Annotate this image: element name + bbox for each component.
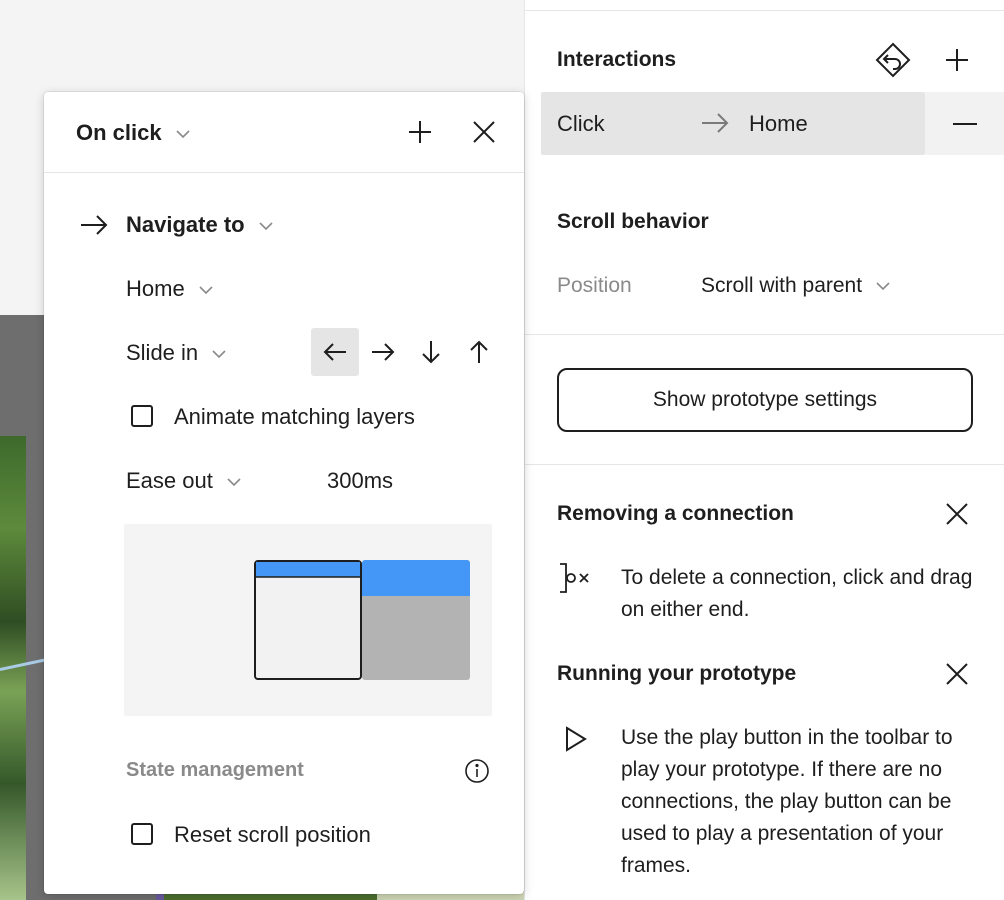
easing-dropdown[interactable]: Ease out — [126, 468, 241, 494]
add-action-button[interactable] — [408, 120, 432, 149]
chevron-down-icon — [176, 130, 190, 138]
connection-remove-icon — [557, 562, 597, 599]
destination-value: Home — [126, 276, 185, 301]
easing-value: Ease out — [126, 468, 213, 493]
interaction-destination: Home — [749, 111, 808, 136]
arrow-down-icon — [422, 341, 440, 364]
destination-dropdown[interactable]: Home — [126, 276, 213, 302]
chevron-down-icon — [259, 222, 273, 230]
reset-scroll-position-label: Reset scroll position — [174, 822, 371, 847]
chevron-down-icon — [199, 286, 213, 294]
animate-matching-layers-label: Animate matching layers — [174, 404, 415, 429]
chevron-down-icon — [227, 478, 241, 486]
interactions-title: Interactions — [557, 48, 677, 71]
divider — [525, 10, 1004, 11]
arrow-right-icon — [701, 112, 729, 139]
plus-icon — [409, 121, 431, 143]
duration-input[interactable]: 300ms — [327, 468, 393, 494]
direction-right-button[interactable] — [359, 328, 407, 376]
show-prototype-settings-button[interactable]: Show prototype settings — [557, 368, 973, 432]
interaction-trigger: Click — [557, 111, 605, 136]
action-dropdown[interactable]: Navigate to — [126, 212, 273, 238]
close-icon — [473, 121, 495, 143]
animation-value: Slide in — [126, 340, 199, 365]
trigger-value: On click — [76, 120, 162, 145]
close-tip-button[interactable] — [937, 494, 977, 534]
interaction-row[interactable]: Click Home — [541, 92, 925, 155]
tip-title: Running your prototype — [557, 662, 797, 685]
play-icon — [565, 726, 587, 757]
prototype-panel: Interactions Click Home Scroll behavior … — [524, 0, 1004, 900]
divider — [44, 172, 524, 173]
arrow-right-icon — [80, 214, 108, 241]
state-management-heading: State management — [126, 759, 304, 781]
divider — [525, 334, 1004, 335]
trigger-dropdown[interactable]: On click — [76, 120, 190, 146]
position-value: Scroll with parent — [701, 274, 863, 297]
reverse-interaction-icon[interactable] — [873, 40, 913, 80]
direction-up-button[interactable] — [455, 328, 503, 376]
position-label: Position — [557, 274, 632, 297]
interaction-details-popover: On click Navigate to Home Slide in Anima… — [44, 92, 524, 894]
animate-matching-layers-checkbox[interactable] — [131, 405, 153, 427]
animation-preview — [124, 524, 492, 716]
arrow-up-icon — [470, 340, 488, 363]
tip-title: Removing a connection — [557, 502, 794, 525]
tip-text: Use the play button in the toolbar to pl… — [621, 726, 953, 877]
close-popover-button[interactable] — [472, 120, 496, 149]
chevron-down-icon — [212, 350, 226, 358]
animation-dropdown[interactable]: Slide in — [126, 340, 226, 366]
info-icon[interactable] — [464, 758, 490, 789]
arrow-left-icon — [323, 343, 346, 361]
action-value: Navigate to — [126, 212, 245, 237]
add-interaction-icon[interactable] — [937, 40, 977, 80]
divider — [525, 464, 1004, 465]
reset-scroll-position-checkbox[interactable] — [131, 823, 153, 845]
close-tip-button[interactable] — [937, 654, 977, 694]
minus-icon — [953, 122, 977, 125]
slide-in-preview-graphic — [254, 560, 470, 680]
tip-text: To delete a connection, click and drag o… — [621, 566, 973, 621]
arrow-right-icon — [372, 343, 395, 361]
position-dropdown[interactable]: Scroll with parent — [701, 274, 890, 298]
direction-left-button[interactable] — [311, 328, 359, 376]
close-icon — [946, 663, 968, 685]
remove-interaction-button[interactable] — [925, 92, 1004, 155]
chevron-down-icon — [876, 282, 890, 291]
close-icon — [946, 503, 968, 525]
direction-down-button[interactable] — [407, 328, 455, 376]
scroll-behavior-title: Scroll behavior — [557, 210, 709, 233]
